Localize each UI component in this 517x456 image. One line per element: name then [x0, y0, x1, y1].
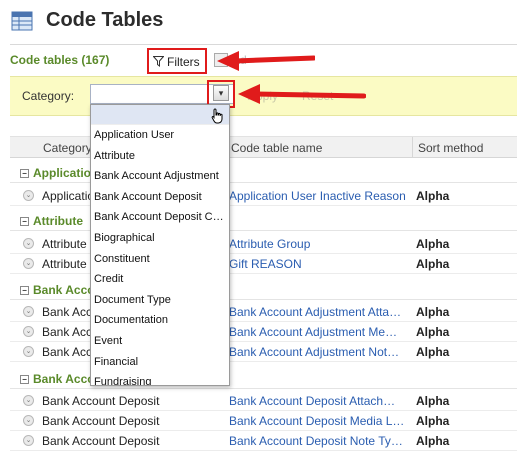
row-name-link[interactable]: Bank Account Deposit Media L…: [229, 414, 404, 428]
table-row[interactable]: ⌄ Bank Account Adjustment Bank Account A…: [10, 342, 517, 362]
chevron-down-icon[interactable]: ⌄: [23, 258, 34, 269]
column-header-category[interactable]: Category: [43, 141, 92, 155]
row-name-link[interactable]: Bank Account Deposit Attach…: [229, 394, 395, 408]
chevron-down-icon: ▾: [213, 85, 229, 101]
row-sort: Alpha: [416, 325, 450, 339]
chevron-down-icon[interactable]: ⌄: [23, 415, 34, 426]
dropdown-option[interactable]: Financial: [91, 352, 229, 373]
page-header: Code Tables: [0, 0, 517, 42]
collapse-icon[interactable]: −: [20, 217, 29, 226]
dropdown-option[interactable]: Attribute: [91, 146, 229, 167]
row-name-link[interactable]: Gift REASON: [229, 257, 302, 271]
column-header-sort[interactable]: Sort method: [418, 141, 483, 155]
table-row[interactable]: ⌄ Bank Account Adjustment Bank Account A…: [10, 322, 517, 342]
row-sort: Alpha: [416, 257, 450, 271]
hand-cursor-icon: [211, 108, 223, 124]
category-dropdown-list: Application User Attribute Bank Account …: [90, 104, 230, 386]
table-row[interactable]: ⌄ Attribute Attribute Group Alpha: [10, 234, 517, 254]
collapse-icon[interactable]: −: [20, 375, 29, 384]
column-header-name[interactable]: Code table name: [231, 141, 322, 155]
row-name-link[interactable]: Attribute Group: [229, 237, 310, 251]
dropdown-option[interactable]: Credit: [91, 269, 229, 290]
dropdown-option-blank[interactable]: [91, 105, 229, 125]
collapse-icon[interactable]: −: [20, 169, 29, 178]
row-category: Attribute: [42, 237, 87, 251]
row-name-link[interactable]: Bank Account Deposit Note Ty…: [229, 434, 403, 448]
chevron-down-icon[interactable]: ⌄: [23, 395, 34, 406]
dropdown-option[interactable]: Application User: [91, 125, 229, 146]
row-sort: Alpha: [416, 394, 450, 408]
dropdown-option[interactable]: Document Type: [91, 290, 229, 311]
divider: [10, 388, 517, 389]
section-title: Code tables (167): [10, 53, 110, 67]
divider: [10, 299, 517, 300]
divider: [10, 182, 517, 183]
group-header[interactable]: − Attribute: [20, 214, 83, 228]
dropdown-option[interactable]: Bank Account Deposit: [91, 187, 229, 208]
table-row[interactable]: ⌄ Bank Account Adjustment Bank Account A…: [10, 302, 517, 322]
dropdown-option[interactable]: Bank Account Adjustment: [91, 166, 229, 187]
dropdown-option[interactable]: Biographical: [91, 228, 229, 249]
funnel-icon: [153, 56, 164, 67]
dropdown-option[interactable]: Documentation: [91, 310, 229, 331]
table-row[interactable]: ⌄ Bank Account Deposit Bank Account Depo…: [10, 431, 517, 451]
red-arrow-icon: [238, 84, 366, 104]
table-icon: [11, 11, 33, 31]
row-sort: Alpha: [416, 434, 450, 448]
dropdown-option[interactable]: Constituent: [91, 249, 229, 270]
column-divider: [412, 137, 413, 157]
row-name-link[interactable]: Bank Account Adjustment Not…: [229, 345, 399, 359]
table-row[interactable]: ⌄ Bank Account Deposit Bank Account Depo…: [10, 391, 517, 411]
dropdown-option[interactable]: Fundraising: [91, 372, 229, 385]
row-sort: Alpha: [416, 189, 450, 203]
row-category: Bank Account Deposit: [42, 394, 160, 408]
chevron-down-icon[interactable]: ⌄: [23, 326, 34, 337]
row-sort: Alpha: [416, 237, 450, 251]
row-category: Bank Account Deposit: [42, 414, 160, 428]
row-name-link[interactable]: Application User Inactive Reason: [229, 189, 406, 203]
collapse-icon[interactable]: −: [20, 286, 29, 295]
red-arrow-icon: [217, 51, 315, 71]
row-sort: Alpha: [416, 414, 450, 428]
table-row[interactable]: ⌄ Bank Account Deposit Bank Account Depo…: [10, 411, 517, 431]
row-category: Attribute: [42, 257, 87, 271]
dropdown-option[interactable]: Event: [91, 331, 229, 352]
page-title: Code Tables: [46, 9, 164, 31]
chevron-down-icon[interactable]: ⌄: [23, 435, 34, 446]
divider: [10, 230, 517, 231]
table-row[interactable]: ⌄ Attribute Gift REASON Alpha: [10, 254, 517, 274]
chevron-down-icon[interactable]: ⌄: [23, 190, 34, 201]
table-row[interactable]: ⌄ Application User Application User Inac…: [10, 186, 517, 206]
row-category: Bank Account Deposit: [42, 434, 160, 448]
row-name-link[interactable]: Bank Account Adjustment Me…: [229, 325, 397, 339]
chevron-down-icon[interactable]: ⌄: [23, 306, 34, 317]
row-name-link[interactable]: Bank Account Adjustment Atta…: [229, 305, 401, 319]
category-label: Category:: [22, 89, 75, 103]
row-sort: Alpha: [416, 305, 450, 319]
chevron-down-icon[interactable]: ⌄: [23, 238, 34, 249]
filters-button-label: Filters: [167, 55, 200, 69]
chevron-down-icon[interactable]: ⌄: [23, 346, 34, 357]
row-sort: Alpha: [416, 345, 450, 359]
dropdown-option[interactable]: Bank Account Deposit C…: [91, 207, 229, 228]
filters-button[interactable]: Filters: [147, 48, 207, 74]
